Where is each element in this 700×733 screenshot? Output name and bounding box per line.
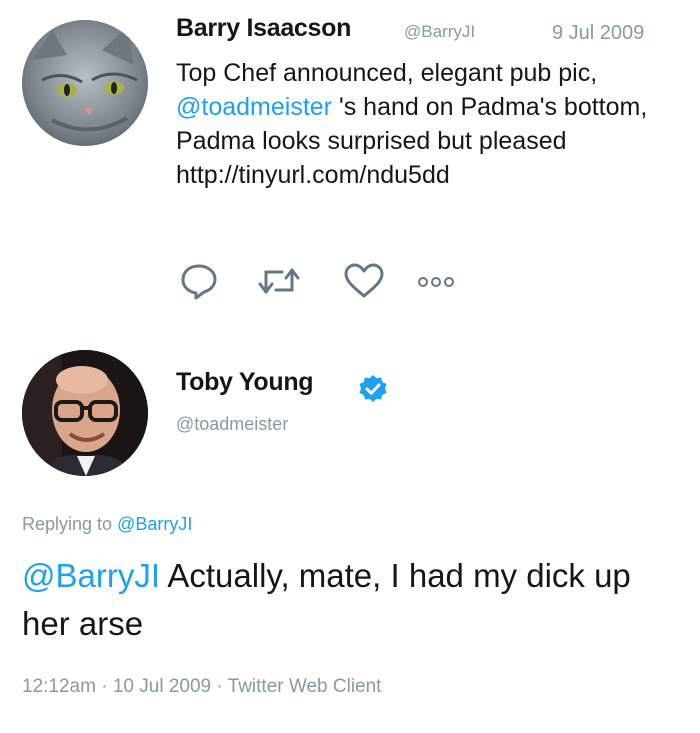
mention-link[interactable]: @BarryJI [22, 557, 160, 594]
retweet-button[interactable] [256, 262, 302, 305]
replying-to: Replying to @BarryJI [22, 514, 192, 535]
tweet-meta: 12:12am · 10 Jul 2009 · Twitter Web Clie… [22, 676, 381, 698]
heart-icon [344, 263, 384, 298]
tweet-text: Top Chef announced, elegant pub pic, @to… [176, 56, 676, 192]
meta-separator: · [95, 676, 113, 697]
tweet-text: @BarryJI Actually, mate, I had my dick u… [22, 552, 682, 648]
tweet-time[interactable]: 12:12am [22, 676, 96, 697]
person-avatar-image [22, 350, 148, 476]
replying-prefix: Replying to [22, 514, 118, 534]
like-button[interactable] [342, 262, 386, 305]
mention-link[interactable]: @toadmeister [176, 93, 332, 121]
cat-avatar-image [22, 20, 148, 146]
tweet-text-before: Top Chef announced, elegant pub pic, [176, 59, 598, 87]
author-handle[interactable]: @toadmeister [176, 414, 288, 435]
author-name[interactable]: Toby Young [176, 368, 314, 397]
tweet-date[interactable]: 9 Jul 2009 [552, 22, 644, 45]
author-handle[interactable]: @BarryJI [404, 22, 475, 42]
reply-icon [181, 264, 217, 300]
avatar-barry-isaacson[interactable] [22, 20, 148, 146]
tweet-date[interactable]: 10 Jul 2009 [113, 676, 211, 697]
verified-badge-icon [358, 374, 388, 409]
meta-separator: · [211, 676, 228, 697]
replying-to-link[interactable]: @BarryJI [117, 514, 192, 534]
tweet-client: Twitter Web Client [227, 676, 382, 697]
retweet-icon [258, 268, 300, 294]
reply-button[interactable] [180, 262, 218, 305]
avatar-toby-young[interactable] [22, 350, 148, 476]
author-name[interactable]: Barry Isaacson [176, 14, 351, 43]
more-options-button[interactable] [416, 272, 456, 297]
ellipsis-icon [418, 277, 454, 287]
